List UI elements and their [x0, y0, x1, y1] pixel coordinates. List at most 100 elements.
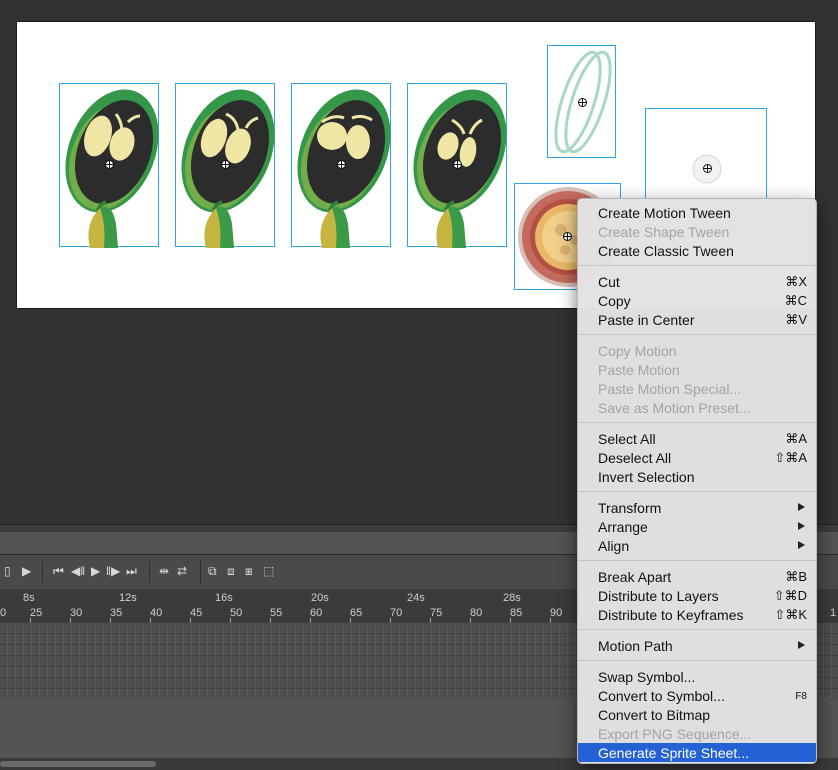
- ring-symbol[interactable]: [547, 45, 616, 158]
- menu-item-create-shape-tween: Create Shape Tween: [578, 222, 816, 241]
- step-back-icon[interactable]: ◀‖: [71, 564, 85, 578]
- menu-item-copy-motion: Copy Motion: [578, 341, 816, 360]
- submenu-arrow-icon: [798, 503, 805, 511]
- seconds-label: 20s: [311, 592, 329, 604]
- scrollbar-thumb[interactable]: [0, 761, 156, 767]
- frame-number: 40: [150, 607, 163, 619]
- edit-multiple-frames-icon[interactable]: ⧆: [245, 564, 253, 578]
- frame-number: 1: [830, 607, 837, 619]
- menu-item-convert-to-symbol[interactable]: Convert to Symbol... F8: [578, 686, 816, 705]
- onion-skin-icon[interactable]: ⧉: [208, 564, 217, 578]
- submenu-arrow-icon: [798, 641, 805, 649]
- frame-number: 65: [350, 607, 363, 619]
- menu-item-label: Create Shape Tween: [598, 224, 730, 240]
- menu-item-shortcut: ⌘V: [785, 312, 807, 327]
- menu-separator: [578, 629, 816, 630]
- menu-item-label: Distribute to Keyframes: [598, 607, 744, 623]
- frame-number: 75: [430, 607, 443, 619]
- frame-number: 90: [550, 607, 563, 619]
- seconds-label: 16s: [215, 592, 233, 604]
- menu-item-label: Invert Selection: [598, 469, 695, 485]
- menu-item-label: Convert to Bitmap: [598, 707, 711, 723]
- menu-item-transform[interactable]: Transform: [578, 498, 816, 517]
- menu-item-arrange[interactable]: Arrange: [578, 517, 816, 536]
- step-forward-icon[interactable]: ‖▶: [106, 564, 120, 578]
- registration-point-icon: [563, 232, 572, 241]
- loop-icon[interactable]: ▯: [4, 564, 11, 578]
- menu-item-paste-in-center[interactable]: Paste in Center ⌘V: [578, 310, 816, 329]
- modify-markers-icon[interactable]: ⬚: [263, 564, 274, 578]
- frame-number: 30: [70, 607, 83, 619]
- play-small-icon[interactable]: ▶: [22, 564, 31, 578]
- menu-item-copy[interactable]: Copy ⌘C: [578, 291, 816, 310]
- registration-point-icon: [337, 160, 346, 169]
- menu-item-generate-sprite-sheet[interactable]: Generate Sprite Sheet...: [578, 743, 816, 762]
- menu-item-label: Export PNG Sequence...: [598, 726, 752, 742]
- menu-item-label: Motion Path: [598, 638, 673, 654]
- seconds-label: 24s: [407, 592, 425, 604]
- frame-number: 25: [30, 607, 43, 619]
- registration-point-icon: [703, 164, 712, 173]
- menu-item-paste-motion: Paste Motion: [578, 360, 816, 379]
- menu-item-label: Save as Motion Preset...: [598, 400, 751, 416]
- toolbar-divider: [149, 561, 150, 583]
- loop-playback-icon[interactable]: ⇄: [177, 564, 187, 578]
- character-symbol[interactable]: [175, 83, 275, 248]
- onion-skin-outlines-icon[interactable]: ⧈: [227, 564, 235, 578]
- menu-item-cut[interactable]: Cut ⌘X: [578, 272, 816, 291]
- submenu-arrow-icon: [798, 522, 805, 530]
- menu-item-select-all[interactable]: Select All ⌘A: [578, 429, 816, 448]
- first-frame-icon[interactable]: ⏮: [53, 564, 64, 578]
- menu-item-label: Distribute to Layers: [598, 588, 719, 604]
- menu-item-label: Arrange: [598, 519, 648, 535]
- menu-item-label: Generate Sprite Sheet...: [598, 745, 749, 761]
- menu-item-label: Select All: [598, 431, 656, 447]
- menu-item-swap-symbol[interactable]: Swap Symbol...: [578, 667, 816, 686]
- context-menu: Create Motion Tween Create Shape Tween Cre…: [577, 198, 817, 764]
- menu-separator: [578, 422, 816, 423]
- frame-number: 85: [510, 607, 523, 619]
- menu-item-deselect-all[interactable]: Deselect All ⇧⌘A: [578, 448, 816, 467]
- menu-item-label: Create Classic Tween: [598, 243, 734, 259]
- character-symbol[interactable]: [59, 83, 159, 248]
- menu-item-label: Break Apart: [598, 569, 672, 585]
- character-symbol[interactable]: [407, 83, 507, 248]
- menu-item-create-classic-tween[interactable]: Create Classic Tween: [578, 241, 816, 260]
- frame-number: 35: [110, 607, 123, 619]
- menu-separator: [578, 660, 816, 661]
- menu-item-label: Create Motion Tween: [598, 205, 731, 221]
- frame-number: 60: [310, 607, 323, 619]
- registration-point-icon: [453, 160, 462, 169]
- menu-item-create-motion-tween[interactable]: Create Motion Tween: [578, 203, 816, 222]
- menu-item-label: Paste Motion Special...: [598, 381, 742, 397]
- menu-item-align[interactable]: Align: [578, 536, 816, 555]
- menu-item-shortcut: ⇧⌘A: [774, 450, 807, 465]
- menu-item-save-as-motion-preset: Save as Motion Preset...: [578, 398, 816, 417]
- menu-item-label: Paste Motion: [598, 362, 680, 378]
- menu-item-distribute-to-keyframes[interactable]: Distribute to Keyframes ⇧⌘K: [578, 605, 816, 624]
- last-frame-icon[interactable]: ⏭: [126, 564, 137, 578]
- frame-number: 70: [390, 607, 403, 619]
- menu-item-shortcut: ⇧⌘D: [773, 588, 807, 603]
- center-frame-icon[interactable]: ⇹: [159, 564, 169, 578]
- seconds-label: 8s: [23, 592, 35, 604]
- menu-item-shortcut: ⌘B: [785, 569, 807, 584]
- menu-item-convert-to-bitmap[interactable]: Convert to Bitmap: [578, 705, 816, 724]
- menu-item-label: Copy Motion: [598, 343, 677, 359]
- menu-item-label: Convert to Symbol...: [598, 688, 725, 704]
- menu-item-invert-selection[interactable]: Invert Selection: [578, 467, 816, 486]
- menu-item-label: Deselect All: [598, 450, 672, 466]
- menu-item-export-png-sequence: Export PNG Sequence...: [578, 724, 816, 743]
- menu-item-break-apart[interactable]: Break Apart ⌘B: [578, 567, 816, 586]
- menu-item-motion-path[interactable]: Motion Path: [578, 636, 816, 655]
- character-symbol[interactable]: [291, 83, 391, 248]
- play-icon[interactable]: ▶: [91, 564, 100, 578]
- menu-item-shortcut: F8: [795, 691, 807, 702]
- frame-number: 45: [190, 607, 203, 619]
- menu-item-shortcut: ⇧⌘K: [774, 607, 807, 622]
- toolbar-divider: [200, 561, 201, 583]
- menu-item-paste-motion-special: Paste Motion Special...: [578, 379, 816, 398]
- menu-separator: [578, 334, 816, 335]
- menu-item-distribute-to-layers[interactable]: Distribute to Layers ⇧⌘D: [578, 586, 816, 605]
- menu-separator: [578, 265, 816, 266]
